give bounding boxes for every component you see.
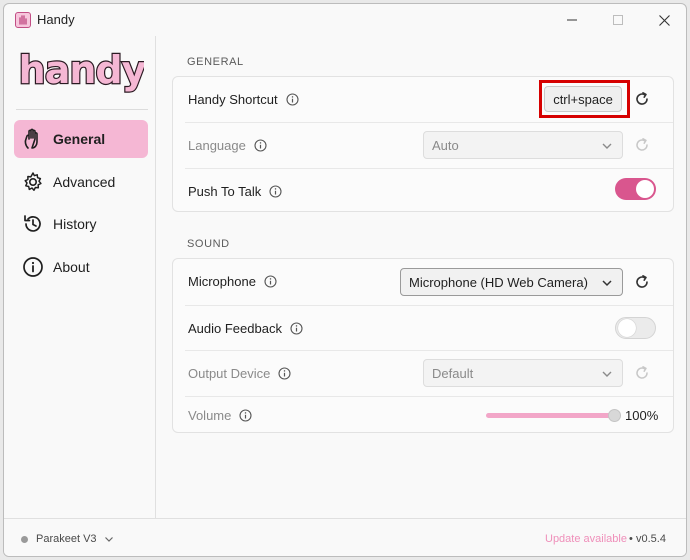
- title-bar: Handy: [4, 4, 686, 36]
- push-to-talk-toggle[interactable]: [615, 178, 656, 200]
- handy-logo: handy: [20, 49, 144, 93]
- shortcut-row: Handy Shortcut ctrl+space: [173, 77, 673, 122]
- info-icon[interactable]: [264, 275, 277, 288]
- app-window: Handy handy General Advanced History Abo…: [3, 3, 687, 557]
- history-icon: [22, 213, 44, 235]
- close-icon: [658, 14, 670, 26]
- minimize-icon: [567, 19, 577, 21]
- section-title-sound: SOUND: [187, 238, 230, 250]
- sidebar-item-general[interactable]: General: [14, 120, 148, 158]
- minimize-button[interactable]: [549, 4, 595, 36]
- close-button[interactable]: [641, 4, 686, 36]
- shortcut-label: Handy Shortcut: [188, 92, 299, 107]
- microphone-label-text: Microphone: [188, 274, 256, 289]
- reset-microphone-icon[interactable]: [633, 273, 651, 291]
- toggle-knob: [618, 319, 636, 337]
- push-to-talk-row: Push To Talk: [173, 169, 673, 213]
- audio-feedback-label-text: Audio Feedback: [188, 320, 282, 336]
- audio-feedback-label: Audio Feedback: [188, 321, 303, 336]
- general-settings-card: Handy Shortcut ctrl+space Language Auto …: [172, 76, 674, 212]
- maximize-icon: [613, 15, 623, 25]
- svg-text:handy: handy: [20, 49, 144, 92]
- volume-label: Volume: [188, 408, 252, 423]
- info-icon[interactable]: [278, 367, 291, 380]
- maximize-button[interactable]: [595, 4, 641, 36]
- audio-feedback-toggle[interactable]: [615, 317, 656, 339]
- volume-slider-track[interactable]: [486, 413, 614, 418]
- sidebar-item-label: General: [53, 131, 106, 147]
- push-to-talk-label: Push To Talk: [188, 184, 282, 199]
- info-icon[interactable]: [286, 93, 299, 106]
- audio-feedback-row: Audio Feedback: [173, 306, 673, 350]
- model-selector[interactable]: Parakeet V3: [36, 533, 97, 545]
- microphone-row: Microphone Microphone (HD Web Camera): [173, 259, 673, 304]
- output-device-label-text: Output Device: [188, 366, 271, 381]
- chevron-down-icon: [602, 280, 612, 287]
- footer-bar: Parakeet V3 Update available • v0.5.4: [4, 518, 686, 556]
- reset-shortcut-icon[interactable]: [633, 90, 651, 108]
- language-row: Language Auto: [173, 123, 673, 168]
- output-device-label: Output Device: [188, 366, 291, 381]
- reset-output-device-icon[interactable]: [633, 364, 651, 382]
- output-device-row: Output Device Default: [173, 351, 673, 396]
- sound-settings-card: Microphone Microphone (HD Web Camera) Au: [172, 258, 674, 433]
- microphone-label: Microphone: [188, 274, 277, 289]
- reset-language-icon[interactable]: [633, 136, 651, 154]
- volume-slider-thumb[interactable]: [608, 409, 621, 422]
- output-device-select[interactable]: Default: [423, 359, 623, 387]
- info-icon: [22, 256, 44, 278]
- sidebar-item-history[interactable]: History: [14, 205, 148, 243]
- toggle-knob: [636, 180, 654, 198]
- footer-separator: •: [629, 533, 633, 545]
- hand-icon: [22, 128, 44, 150]
- update-available-link[interactable]: Update available: [545, 533, 627, 545]
- sidebar-item-about[interactable]: About: [14, 248, 148, 286]
- sidebar: handy General Advanced History About: [4, 36, 156, 518]
- language-select-value: Auto: [432, 137, 459, 153]
- language-label: Language: [188, 138, 267, 153]
- sidebar-item-label: About: [53, 259, 90, 275]
- microphone-select[interactable]: Microphone (HD Web Camera): [400, 268, 623, 296]
- language-select[interactable]: Auto: [423, 131, 623, 159]
- shortcut-label-text: Handy Shortcut: [188, 92, 278, 107]
- chevron-down-icon: [602, 371, 612, 377]
- push-to-talk-label-text: Push To Talk: [188, 183, 262, 199]
- language-label-text: Language: [188, 138, 246, 153]
- version-label: v0.5.4: [636, 533, 666, 545]
- shortcut-button[interactable]: ctrl+space: [544, 86, 622, 112]
- chevron-down-icon: [602, 143, 612, 149]
- volume-row: Volume 100%: [173, 397, 673, 434]
- info-icon[interactable]: [290, 321, 303, 335]
- model-status-dot: [21, 536, 28, 543]
- app-icon: [15, 12, 31, 28]
- info-icon[interactable]: [254, 139, 267, 152]
- logo-divider: [16, 109, 148, 110]
- volume-value: 100%: [625, 408, 659, 423]
- output-device-select-value: Default: [432, 365, 474, 381]
- info-icon[interactable]: [269, 184, 282, 198]
- volume-label-text: Volume: [188, 408, 232, 423]
- sidebar-item-label: History: [53, 216, 97, 232]
- section-title-general: GENERAL: [187, 56, 244, 68]
- gear-icon: [22, 171, 44, 193]
- chevron-down-icon[interactable]: [104, 534, 114, 544]
- info-icon[interactable]: [239, 409, 252, 422]
- sidebar-item-label: Advanced: [53, 174, 116, 190]
- sidebar-item-advanced[interactable]: Advanced: [14, 163, 148, 201]
- main-content: GENERAL Handy Shortcut ctrl+space Langua…: [157, 36, 686, 518]
- window-title: Handy: [37, 12, 75, 27]
- microphone-select-value: Microphone (HD Web Camera): [409, 274, 588, 290]
